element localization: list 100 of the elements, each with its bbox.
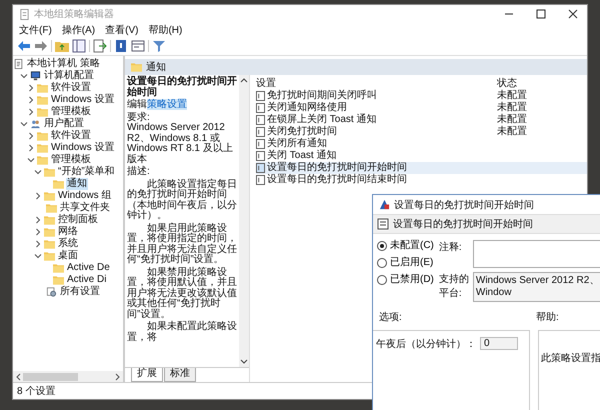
column-header[interactable]: 设置	[256, 76, 497, 90]
folder-icon	[37, 131, 48, 141]
folder-icon	[53, 275, 64, 285]
properties-button[interactable]	[131, 39, 145, 53]
tree-item[interactable]: Active De	[66, 262, 111, 274]
folder-icon	[37, 143, 48, 153]
folder-up-button[interactable]	[55, 39, 69, 53]
folder-icon	[44, 167, 55, 177]
view-tab[interactable]: 扩展	[131, 368, 163, 382]
setting-row[interactable]: 设置每日的免打扰时间结束时间	[256, 174, 587, 186]
policy-settings-link[interactable]: 策略设置	[147, 99, 187, 110]
policy-icon	[256, 163, 265, 173]
policy-icon	[256, 139, 265, 149]
tree-item[interactable]: “开始”菜单和	[57, 166, 116, 178]
tree-item[interactable]: 桌面	[57, 250, 79, 262]
status-text: 8 个设置	[17, 384, 56, 398]
policy-icon	[256, 175, 265, 185]
show-tree-button[interactable]	[72, 39, 86, 53]
policy-settings-icon	[379, 199, 390, 210]
tree-item[interactable]: Windows 设置	[50, 142, 116, 154]
forward-button[interactable]	[34, 39, 48, 53]
scroll-right-icon[interactable]	[115, 372, 121, 380]
tree-item[interactable]: 网络	[57, 226, 79, 238]
setting-status: 未配置	[497, 114, 528, 126]
description-paragraph: 此策略设置指定每日的免打扰时间开始时间（本地时间午夜后，以分钟计）。	[127, 180, 238, 222]
setting-name: 关闭所有通知	[267, 138, 327, 150]
scroll-down-icon[interactable]	[240, 359, 248, 365]
setting-status: 未配置	[497, 126, 528, 138]
view-tab[interactable]: 标准	[164, 368, 196, 382]
tree-item[interactable]: 软件设置	[50, 130, 92, 142]
tree-item[interactable]: 管理模板	[50, 154, 92, 166]
tree-item[interactable]: 本地计算机 策略	[26, 58, 101, 70]
horizontal-scrollbar[interactable]	[13, 371, 123, 382]
folder-icon	[44, 251, 55, 261]
state-radio[interactable]: 未配置(C)	[377, 240, 434, 252]
folder-icon	[37, 95, 48, 105]
policy-icon	[377, 218, 389, 230]
folder-icon	[53, 179, 64, 189]
section-title: 通知	[146, 60, 166, 74]
app-icon	[19, 8, 30, 20]
requirements-text: Windows Server 2012 R2、Windows 8.1 或 Windows RT 8.1 及以上版本	[127, 123, 234, 165]
tree-item[interactable]: Windows 设置	[50, 94, 116, 106]
setting-row[interactable]: 在锁屏上关闭 Toast 通知 未配置	[256, 114, 587, 126]
setting-status: 未配置	[497, 90, 528, 102]
setting-name: 关闭 Toast 通知	[267, 150, 336, 162]
setting-name: 关闭免打扰时间	[267, 126, 337, 138]
folder-icon	[46, 203, 57, 213]
menu-item[interactable]: 帮助(H)	[148, 23, 182, 37]
setting-name: 设置每日的免打扰时间开始时间	[267, 162, 407, 174]
tree-item[interactable]: 用户配置	[43, 118, 85, 130]
maximize-icon	[536, 9, 546, 19]
tree-item[interactable]: 计算机配置	[43, 70, 95, 82]
setting-row[interactable]: 关闭所有通知	[256, 138, 587, 150]
tree-item[interactable]: 软件设置	[50, 82, 92, 94]
settings-icon	[46, 287, 57, 297]
policy-title: 设置每日的免打扰时间开始时间	[127, 77, 238, 98]
vertical-scrollbar[interactable]	[239, 75, 249, 367]
tree-item[interactable]: 系统	[57, 238, 79, 250]
export-button[interactable]	[93, 39, 107, 53]
options-label: 选项:	[379, 310, 403, 324]
setting-row[interactable]: 免打扰时间期间关闭呼叫 未配置	[256, 90, 587, 102]
help-button[interactable]	[114, 39, 128, 53]
setting-row[interactable]: 设置每日的免打扰时间开始时间	[256, 162, 587, 174]
tree-item[interactable]: 所有设置	[59, 286, 101, 298]
help-label: 帮助:	[536, 310, 559, 324]
policy-icon	[256, 151, 265, 161]
tree-item[interactable]: 管理模板	[50, 106, 92, 118]
setting-name: 在锁屏上关闭 Toast 通知	[267, 114, 376, 126]
comment-field[interactable]	[472, 240, 600, 268]
folder-icon	[37, 155, 48, 165]
tree-item[interactable]: 共享文件夹	[59, 202, 111, 214]
setting-row[interactable]: 关闭 Toast 通知	[256, 150, 587, 162]
column-header[interactable]: 状态	[497, 76, 587, 90]
scroll-up-icon[interactable]	[240, 77, 248, 83]
window-title: 本地组策略编辑器	[34, 8, 115, 21]
tree-item[interactable]: Windows 组	[57, 190, 112, 202]
description-label: 描述:	[127, 167, 151, 178]
description-paragraph: 如果禁用此策略设置，将使用默认值，并且用户将无法更改该默认值或其他任何“免打扰时间”设置。	[127, 268, 238, 320]
state-radio[interactable]: 已禁用(D)	[377, 274, 434, 286]
menu-item[interactable]: 查看(V)	[105, 23, 138, 37]
comment-label: 注释:	[438, 240, 463, 255]
folder-icon	[53, 263, 64, 273]
state-radio[interactable]: 已启用(E)	[377, 257, 434, 269]
policy-icon	[256, 91, 265, 101]
filter-icon[interactable]	[152, 39, 166, 53]
menu-item[interactable]: 操作(A)	[62, 23, 96, 37]
setting-name: 设置每日的免打扰时间结束时间	[267, 174, 407, 186]
tree-item[interactable]: 控制面板	[57, 214, 99, 226]
scroll-left-icon[interactable]	[15, 372, 21, 380]
tree-item[interactable]: Active Di	[66, 274, 108, 286]
back-button[interactable]	[17, 39, 31, 53]
menu-item[interactable]: 文件(F)	[19, 23, 52, 37]
minutes-spinner[interactable]: 0	[480, 337, 518, 350]
setting-row[interactable]: 关闭通知网络使用 未配置	[256, 102, 587, 114]
close-icon	[568, 9, 578, 19]
computer-icon	[30, 71, 41, 81]
folder-icon	[37, 83, 48, 93]
folder-icon	[44, 191, 55, 201]
tree-item[interactable]: 通知	[66, 178, 88, 190]
setting-row[interactable]: 关闭免打扰时间 未配置	[256, 126, 587, 138]
